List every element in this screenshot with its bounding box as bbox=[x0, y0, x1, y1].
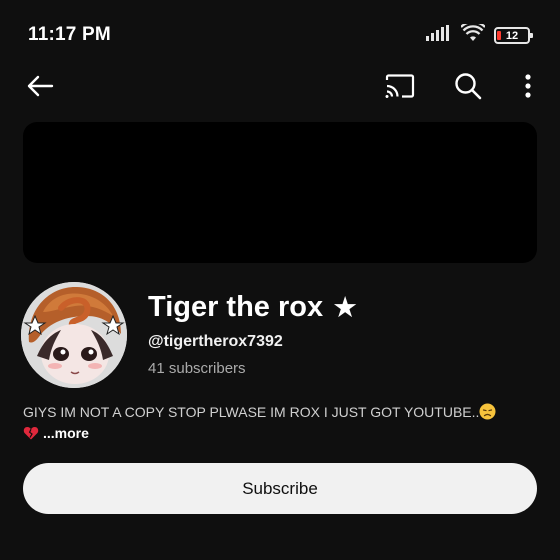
description-more-link[interactable]: ...more bbox=[43, 425, 89, 441]
more-vert-icon bbox=[525, 73, 531, 103]
channel-name: Tiger the rox ★ bbox=[148, 290, 358, 325]
battery-level: 12 bbox=[505, 29, 519, 42]
sad-face-emoji-icon bbox=[479, 403, 496, 420]
search-button[interactable] bbox=[448, 68, 488, 108]
channel-name-text: Tiger the rox bbox=[148, 291, 324, 323]
status-time: 11:17 PM bbox=[28, 24, 111, 45]
status-icons: 12 bbox=[426, 20, 533, 47]
more-options-button[interactable] bbox=[508, 68, 548, 108]
search-icon bbox=[454, 72, 482, 105]
back-button[interactable] bbox=[20, 68, 60, 108]
star-icon: ★ bbox=[332, 292, 359, 324]
signal-icon bbox=[426, 25, 452, 46]
subscriber-count: 41 subscribers bbox=[148, 360, 246, 377]
app-bar bbox=[0, 66, 560, 110]
channel-description[interactable]: GIYS IM NOT A COPY STOP PLWASE IM ROX I … bbox=[23, 402, 543, 444]
channel-handle: @tigertherox7392 bbox=[148, 333, 283, 350]
status-bar: 11:17 PM 12 bbox=[0, 0, 560, 60]
cast-icon bbox=[385, 73, 415, 103]
subscribe-button-label: Subscribe bbox=[242, 478, 318, 498]
channel-banner bbox=[23, 122, 537, 263]
broken-heart-emoji-icon bbox=[23, 425, 39, 441]
battery-icon: 12 bbox=[494, 27, 533, 44]
channel-avatar[interactable] bbox=[21, 282, 127, 388]
cast-button[interactable] bbox=[380, 68, 420, 108]
subscribe-button[interactable]: Subscribe bbox=[23, 463, 537, 514]
channel-page: 11:17 PM 12 Tiger the rox ★ @tigertherox… bbox=[0, 0, 560, 560]
description-text: GIYS IM NOT A COPY STOP PLWASE IM ROX I … bbox=[23, 404, 480, 420]
wifi-icon bbox=[460, 20, 486, 47]
back-arrow-icon bbox=[26, 74, 54, 103]
